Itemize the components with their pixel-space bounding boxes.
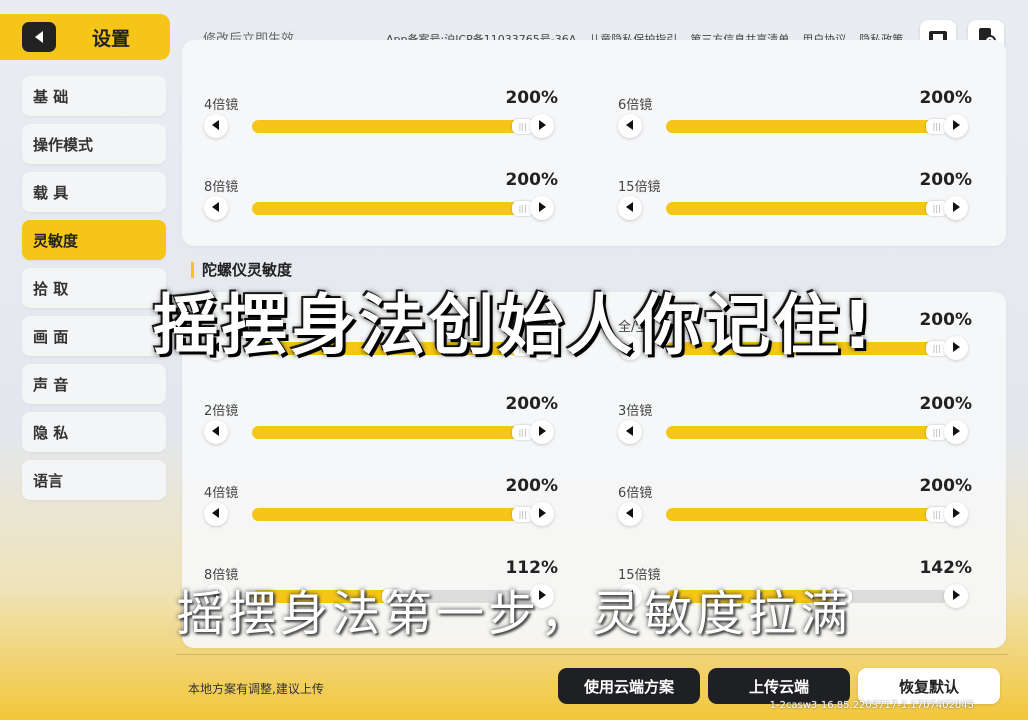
increase-button[interactable] <box>530 114 554 138</box>
increase-button[interactable] <box>944 502 968 526</box>
slider-track[interactable] <box>666 426 948 439</box>
upload-suggestion-note: 本地方案有调整,建议上传 <box>188 682 324 696</box>
bottom-divider <box>176 654 1008 655</box>
slider-value: 200% <box>505 476 558 496</box>
sensitivity-slider-row: 8倍镜 200% ||| <box>182 170 562 232</box>
decrease-button[interactable] <box>204 114 228 138</box>
slider-label: 6倍镜 <box>618 486 653 501</box>
back-arrow-icon <box>35 31 43 43</box>
sidebar-item[interactable]: 语言 <box>22 460 166 500</box>
slider-value: 200% <box>919 394 972 414</box>
chevron-right-icon <box>950 505 962 524</box>
chevron-left-icon <box>210 117 222 136</box>
chevron-left-icon <box>624 423 636 442</box>
back-button[interactable] <box>22 22 56 52</box>
slider-fill <box>666 508 937 521</box>
slider-label: 3倍镜 <box>618 404 653 419</box>
sensitivity-slider-row: 2倍镜 200% ||| <box>182 394 562 456</box>
slider-value: 200% <box>505 394 558 414</box>
decrease-button[interactable] <box>204 502 228 526</box>
page-title: 设置 <box>92 27 131 50</box>
chevron-left-icon <box>210 505 222 524</box>
chevron-right-icon <box>536 199 548 218</box>
increase-button[interactable] <box>530 196 554 220</box>
chevron-right-icon <box>536 117 548 136</box>
sidebar-item[interactable]: 操作模式 <box>22 124 166 164</box>
sensitivity-slider-row: 6倍镜 200% ||| <box>596 476 976 538</box>
slider-track[interactable] <box>666 202 948 215</box>
chevron-right-icon <box>950 423 962 442</box>
restore-default-button[interactable]: 恢复默认 <box>858 668 1000 704</box>
slider-value: 200% <box>505 170 558 190</box>
slider-fill <box>252 202 523 215</box>
upload-cloud-button[interactable]: 上传云端 <box>708 668 850 704</box>
slider-fill <box>252 508 523 521</box>
slider-fill <box>666 202 937 215</box>
increase-button[interactable] <box>944 114 968 138</box>
decrease-button[interactable] <box>618 196 642 220</box>
slider-fill <box>666 426 937 439</box>
slider-label: 15倍镜 <box>618 180 661 195</box>
chevron-right-icon <box>536 423 548 442</box>
sidebar-item[interactable]: 载 具 <box>22 172 166 212</box>
slider-fill <box>666 120 937 133</box>
slider-value: 200% <box>919 476 972 496</box>
slider-value: 200% <box>919 170 972 190</box>
slider-value: 200% <box>919 88 972 108</box>
chevron-left-icon <box>624 117 636 136</box>
sidebar-item[interactable]: 隐 私 <box>22 412 166 452</box>
build-version: 1-2casw3-16.85.2203717-1.1707402045 <box>769 700 974 711</box>
sensitivity-slider-row: 15倍镜 200% ||| <box>596 170 976 232</box>
sensitivity-slider-row: 4倍镜 200% ||| <box>182 476 562 538</box>
slider-label: 6倍镜 <box>618 98 653 113</box>
settings-header: 设置 <box>0 14 170 60</box>
slider-fill <box>252 426 523 439</box>
increase-button[interactable] <box>530 420 554 444</box>
decrease-button[interactable] <box>618 502 642 526</box>
decrease-button[interactable] <box>618 114 642 138</box>
slider-label: 4倍镜 <box>204 98 239 113</box>
decrease-button[interactable] <box>204 196 228 220</box>
chevron-left-icon <box>624 505 636 524</box>
slider-track[interactable] <box>252 120 534 133</box>
sensitivity-slider-row: 3倍镜 200% ||| <box>596 394 976 456</box>
chevron-left-icon <box>210 199 222 218</box>
slider-label: 4倍镜 <box>204 486 239 501</box>
use-cloud-plan-button[interactable]: 使用云端方案 <box>558 668 700 704</box>
increase-button[interactable] <box>944 420 968 444</box>
sidebar-item[interactable]: 灵敏度 <box>22 220 166 260</box>
chevron-right-icon <box>950 117 962 136</box>
sensitivity-slider-row: 4倍镜 200% ||| <box>182 88 562 150</box>
overlay-headline: 摇摆身法创始人你记住! <box>152 287 876 364</box>
chevron-left-icon <box>624 199 636 218</box>
slider-track[interactable] <box>252 426 534 439</box>
slider-fill <box>252 120 523 133</box>
sidebar-item[interactable]: 基 础 <box>22 76 166 116</box>
slider-value: 200% <box>505 88 558 108</box>
slider-label: 8倍镜 <box>204 180 239 195</box>
slider-track[interactable] <box>666 508 948 521</box>
sensitivity-slider-row: 6倍镜 200% ||| <box>596 88 976 150</box>
slider-track[interactable] <box>666 120 948 133</box>
slider-track[interactable] <box>252 202 534 215</box>
decrease-button[interactable] <box>204 420 228 444</box>
slider-label: 2倍镜 <box>204 404 239 419</box>
chevron-right-icon <box>950 199 962 218</box>
chevron-left-icon <box>210 423 222 442</box>
increase-button[interactable] <box>944 196 968 220</box>
decrease-button[interactable] <box>618 420 642 444</box>
chevron-right-icon <box>536 505 548 524</box>
slider-track[interactable] <box>252 508 534 521</box>
overlay-subtitle: 摇摆身法第一步，灵敏度拉满 <box>175 586 852 642</box>
sidebar-item[interactable]: 声 音 <box>22 364 166 404</box>
increase-button[interactable] <box>530 502 554 526</box>
